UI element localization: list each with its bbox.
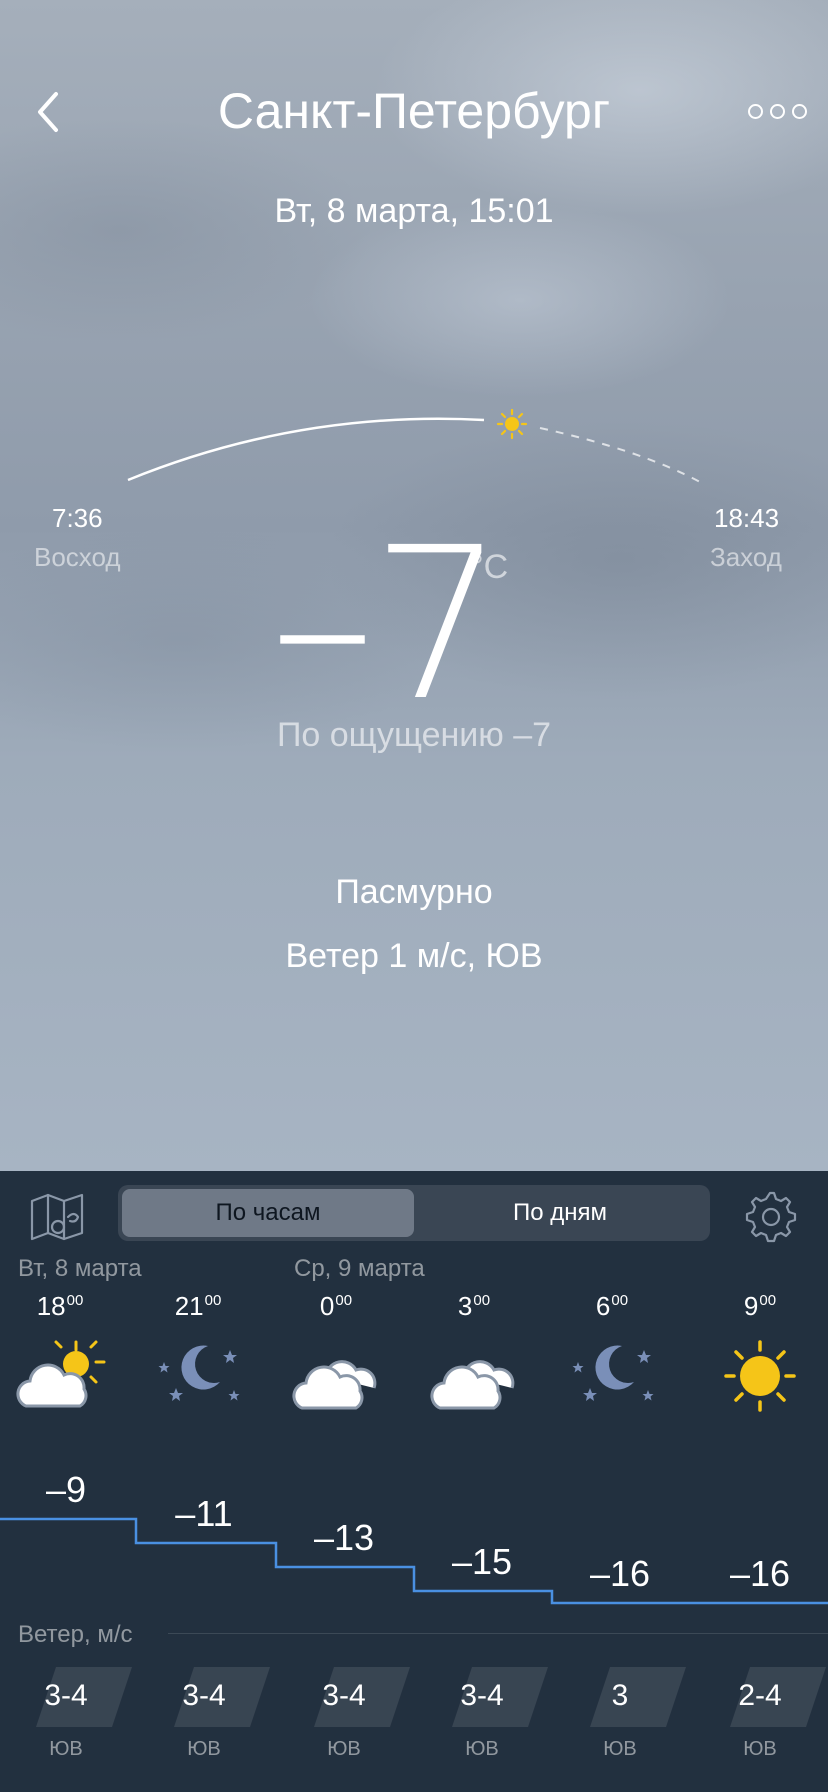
wind-direction: ЮВ xyxy=(603,1738,637,1760)
wind-speed: 3-4 xyxy=(322,1679,366,1712)
wind-direction: ЮВ xyxy=(743,1738,777,1760)
wind-speed: 3-4 xyxy=(44,1679,88,1712)
wind-column: 3 ЮВ xyxy=(560,1667,686,1767)
wind-speed: 3-4 xyxy=(182,1679,226,1712)
graph-temperature: –16 xyxy=(729,1553,791,1594)
graph-temperature: –9 xyxy=(45,1469,87,1510)
wind-speed: 2-4 xyxy=(738,1679,782,1712)
graph-temperature: –11 xyxy=(175,1493,233,1534)
graph-temperature: –13 xyxy=(313,1517,375,1558)
graph-temperature: –16 xyxy=(589,1553,651,1594)
current-weather-area: Санкт-Петербург Вт, 8 марта, 15:01 7:36 … xyxy=(0,0,828,1171)
temperature-unit: °C xyxy=(470,548,509,586)
wind-direction: ЮВ xyxy=(49,1738,83,1760)
sunset-time: 18:43 xyxy=(714,503,780,533)
wind-column: 3-4 ЮВ xyxy=(144,1667,270,1767)
current-datetime: Вт, 8 марта, 15:01 xyxy=(274,192,554,230)
wind-direction: ЮВ xyxy=(327,1738,361,1760)
weather-condition: Пасмурно xyxy=(335,873,493,911)
wind-column: 3-4 ЮВ xyxy=(284,1667,410,1767)
more-options-button[interactable] xyxy=(748,96,814,126)
wind-direction: ЮВ xyxy=(187,1738,221,1760)
wind-column: 3-4 ЮВ xyxy=(422,1667,548,1767)
sun-position-icon xyxy=(496,408,528,440)
sunset-label: Заход xyxy=(710,542,782,572)
forecast-panel: По часам По дням Вт, 8 марта Ср, 9 марта… xyxy=(0,1171,828,1792)
graph-temperature: –15 xyxy=(451,1541,513,1582)
wind-column: 2-4 ЮВ xyxy=(700,1667,826,1767)
wind-speed: 3 xyxy=(611,1679,629,1712)
current-wind: Ветер 1 м/с, ЮВ xyxy=(285,937,543,975)
feels-like: По ощущению –7 xyxy=(276,716,552,754)
more-dot-icon xyxy=(748,103,763,119)
wind-column: 3-4 ЮВ xyxy=(6,1667,132,1767)
wind-speed: 3-4 xyxy=(460,1679,504,1712)
current-temperature: –7 xyxy=(270,502,505,747)
more-dot-icon xyxy=(792,103,807,119)
city-title: Санкт-Петербург xyxy=(217,83,611,139)
more-dot-icon xyxy=(770,103,785,119)
wind-direction: ЮВ xyxy=(465,1738,499,1760)
wind-section-title: Ветер, м/с xyxy=(18,1621,133,1648)
wind-divider xyxy=(168,1633,828,1634)
sunrise-time: 7:36 xyxy=(52,503,103,533)
sun-path-arc xyxy=(127,408,701,483)
sunrise-label: Восход xyxy=(34,542,121,572)
